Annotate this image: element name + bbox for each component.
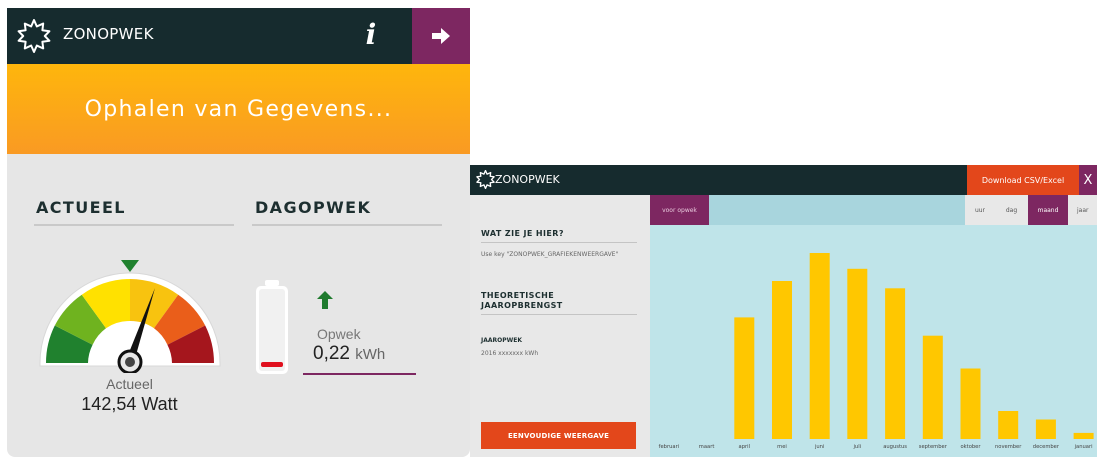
power-gauge — [39, 260, 221, 373]
sidebar-divider — [481, 242, 637, 243]
sun-logo-icon — [476, 170, 495, 189]
download-csv-button[interactable]: Download CSV/Excel — [967, 165, 1079, 195]
x-tick-label: mei — [777, 444, 787, 450]
battery-icon — [256, 280, 288, 374]
bar-mei[interactable] — [772, 281, 792, 439]
bar-oktober[interactable] — [960, 368, 981, 440]
bar-december[interactable] — [1035, 419, 1056, 440]
bar-juli[interactable] — [847, 268, 868, 439]
wat-zie-je-hier-heading: WAT ZIE JE HIER? — [481, 229, 564, 238]
brand-name: ZONOPWEK — [495, 173, 560, 186]
bar-juni[interactable] — [809, 253, 830, 439]
opwek-reading: 0,22 kWh — [313, 343, 385, 365]
chart-tab-bar: voor opwek uur dag maand jaar — [650, 195, 1097, 225]
bar-november[interactable] — [998, 411, 1019, 439]
bar-augustus[interactable] — [885, 288, 906, 439]
x-tick-label: augustus — [883, 444, 907, 450]
widget-header: ZONOPWEK i — [7, 8, 470, 64]
jaaropwek-value: 2016 xxxxxxx kWh — [481, 350, 539, 357]
x-tick-label: juni — [814, 444, 824, 450]
opwek-unit: kWh — [355, 346, 386, 363]
sun-logo-icon — [17, 19, 51, 53]
dagopwek-divider — [252, 224, 442, 226]
monthly-bar-chart: februari maart april mei juni juli augustus sep… — [659, 253, 1094, 450]
wat-zie-je-hier-text: Use key "ZONOPWEK_GRAFIEKENWEERGAVE" — [481, 251, 619, 258]
chart-widget-header: ZONOPWEK Download CSV/Excel X — [470, 165, 1097, 195]
brand-name: ZONOPWEK — [63, 25, 154, 43]
arrow-right-icon — [432, 28, 450, 44]
gauge-caption: Actueel — [106, 376, 153, 392]
x-tick-label: december — [1033, 444, 1060, 450]
x-tick-label: september — [919, 444, 948, 450]
zonopwek-widget: ZONOPWEK i Ophalen van Gegevens... ACTUE… — [7, 8, 470, 457]
chart-panel: voor opwek uur dag maand jaar februari ma… — [650, 195, 1097, 457]
arrow-up-icon — [317, 291, 333, 309]
x-tick-label: maart — [699, 444, 715, 450]
opwek-value: 0,22 — [313, 343, 350, 364]
banner-text: Ophalen van Gegevens... — [84, 96, 393, 122]
actueel-divider — [34, 224, 234, 226]
tab-dag[interactable]: dag — [995, 195, 1028, 225]
simple-view-button[interactable]: EENVOUDIGE WEERGAVE — [481, 422, 636, 449]
x-tick-label: februari — [659, 444, 679, 450]
opwek-underline — [303, 373, 416, 375]
x-tick-label: juli — [852, 444, 861, 450]
gauge-target-marker — [121, 260, 139, 272]
bar-september[interactable] — [922, 335, 943, 439]
next-arrow-button[interactable] — [412, 8, 470, 64]
tab-uur[interactable]: uur — [965, 195, 995, 225]
tab-voor-opwek[interactable]: voor opwek — [650, 195, 709, 225]
x-tick-label: november — [995, 444, 1022, 450]
bar-januari[interactable] — [1073, 432, 1094, 439]
zonopwek-chart-widget: ZONOPWEK Download CSV/Excel X WAT ZIE JE… — [470, 165, 1097, 457]
dagopwek-heading: DAGOPWEK — [255, 198, 372, 217]
x-tick-label: april — [739, 444, 751, 450]
info-icon[interactable]: i — [359, 18, 383, 51]
theoretische-heading-line2: JAAROPBRENGST — [481, 301, 563, 310]
theoretische-heading-line1: THEORETISCHE — [481, 291, 555, 300]
jaaropwek-heading: JAAROPWEK — [481, 337, 523, 344]
bar-april[interactable] — [734, 317, 755, 439]
x-tick-label: januari — [1074, 444, 1093, 450]
tab-maand[interactable]: maand — [1028, 195, 1068, 225]
opwek-caption: Opwek — [317, 326, 361, 342]
actueel-heading: ACTUEEL — [36, 198, 126, 217]
x-tick-label: oktober — [960, 444, 981, 450]
tab-jaar[interactable]: jaar — [1068, 195, 1097, 225]
gauge-value: 142,54 Watt — [81, 394, 178, 414]
sidebar-divider — [481, 314, 637, 315]
tab-bar-spacer — [709, 195, 965, 225]
close-button[interactable]: X — [1079, 165, 1097, 195]
status-banner: Ophalen van Gegevens... — [7, 64, 470, 154]
